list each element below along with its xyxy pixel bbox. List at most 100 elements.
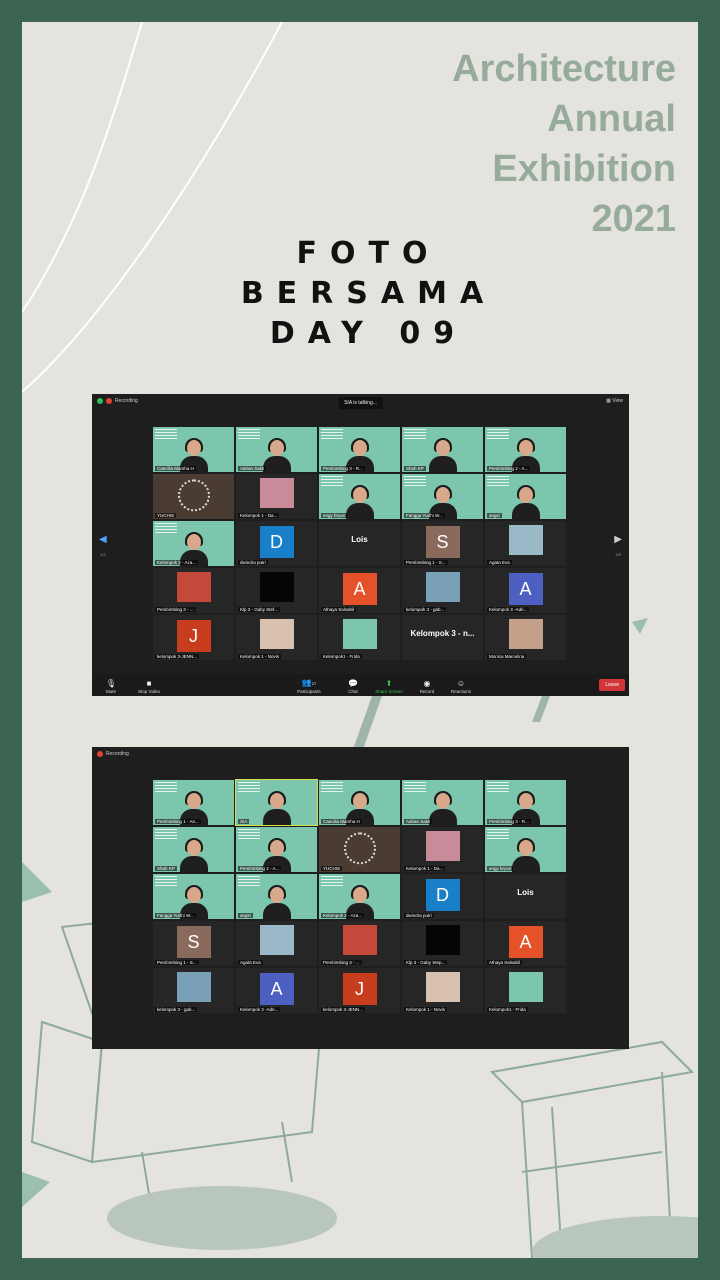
participant-tile[interactable]: YUCHIS [153,474,234,519]
participant-tile[interactable]: A Athaya Salsabil [319,568,400,613]
participant-tile[interactable]: Fangga Yudhi W... [402,474,483,519]
participant-tile[interactable]: S Pembimbing 1 - S... [402,521,483,566]
reactions-label: Reactions [450,689,471,694]
participant-tile[interactable]: Kelompok 1 - Da... [236,474,317,519]
share-screen-icon: ⬆ [385,679,393,688]
poster: Architecture Annual Exhibition 2021 FOTO… [22,22,698,1258]
participant-name: Pembimbing 2 - A... [238,866,282,871]
participant-name: Fangga Yudhi W... [404,513,445,518]
shield-icon [97,398,103,404]
stop-video-button[interactable]: ■ Stop Video [132,679,166,694]
leave-button[interactable]: Leave [599,679,625,691]
participants-button[interactable]: 👥27 Participants [292,678,326,694]
participant-tile[interactable]: Pembimbing 2 - A... [485,427,566,472]
chat-label: Chat [348,689,358,694]
participant-video [179,838,208,872]
prev-page-icon[interactable]: ◀ [99,534,107,545]
participant-name: dwindra putri [404,913,434,918]
reactions-button[interactable]: ☺ Reactions [444,679,478,694]
profile-photo [259,572,294,602]
participant-tile[interactable]: YUCHIS [319,827,400,872]
participant-name: Pembimbing 3 - R... [487,819,531,824]
profile-photo [425,572,460,602]
chat-button[interactable]: 💬 Chat [336,679,370,694]
participant-tile[interactable]: Shah KP [153,827,234,872]
participant-tile[interactable]: Ddwindra putri [402,874,483,919]
participant-tile[interactable]: Fangga Yudhi W... [153,874,234,919]
participant-tile[interactable]: Pembimbing 3 - ... [319,921,400,966]
profile-logo-icon [343,831,376,864]
participant-tile[interactable]: Pembimbing 2 - A... [236,827,317,872]
participant-tile[interactable]: Kelompok1 - Frida [485,968,566,1013]
participant-video [262,438,291,472]
participant-tile[interactable]: engy bryan [319,474,400,519]
next-page-icon[interactable]: ▶ [614,534,622,545]
record-button[interactable]: ◉ Record [410,679,444,694]
participant-tile[interactable]: kelompok 3 - gab... [153,968,234,1013]
participant-name: kelompok 3 - gab... [155,1007,198,1012]
participant-tile[interactable]: Shah KP [402,427,483,472]
participant-name: Pembimbing 3 - ... [321,960,362,965]
participant-tile[interactable]: A Kelompok 3 -Adri... [236,968,317,1013]
participant-tile[interactable]: A Athaya Salsabil [485,921,566,966]
participant-tile[interactable]: Lois [319,521,400,566]
initial-avatar: A [508,926,543,958]
participant-tile[interactable]: Kelompok1 - Frida [319,615,400,660]
participant-tile[interactable]: Agata Eva [236,921,317,966]
participant-video [262,791,291,825]
participant-name: Kelompok 3 -Adri... [487,607,530,612]
participant-tile[interactable]: engy bryan [485,827,566,872]
record-icon: ◉ [423,679,431,688]
participant-tile[interactable]: Pembimbing 3 - R... [485,780,566,825]
participant-tile[interactable]: Kelompok 3 - n... [402,615,483,660]
participant-name: Kelompok 1 - Da... [404,866,446,871]
participant-tile[interactable]: angsi [485,474,566,519]
participant-tile[interactable]: Jkelompok 3-JENN... [319,968,400,1013]
profile-photo [425,925,460,955]
participant-tile[interactable]: Caecilia Marsha H [319,780,400,825]
view-label: View [612,398,623,404]
record-label: Record [419,689,435,694]
participant-tile[interactable]: SIA [235,779,318,826]
participant-tile[interactable]: Lois [485,874,566,919]
video-grid: Caecilia Marsha H Adrian Sakti Pembimbing … [153,427,566,660]
participant-tile[interactable]: Adrian Sakti [402,780,483,825]
participant-tile[interactable]: Klp 3 - Gaby Step... [402,921,483,966]
participant-tile[interactable]: A Kelompok 3 -Adri... [485,568,566,613]
participant-tile[interactable]: Monica Marcelina [485,615,566,660]
participant-tile[interactable]: Pembimbing 3 - R... [319,427,400,472]
participant-tile[interactable]: Klp 3 - Gaby Stef... [236,568,317,613]
initial-avatar: S [425,526,460,558]
participant-tile[interactable]: Caecilia Marsha H [153,427,234,472]
participant-video [511,485,540,519]
participant-name: Kelompok1 - Frida [487,1007,528,1012]
participant-tile[interactable]: Kelompok 2 - Aza... [319,874,400,919]
participant-tile[interactable]: Pembimbing 1 - An... [153,780,234,825]
participant-tile[interactable]: Kelompok 1 - Novis [402,968,483,1013]
participant-name: Kelompok 2 - Aza... [155,560,199,565]
profile-photo [176,572,211,602]
zoom-screenshot-2: Recording Pembimbing 1 - An... SIA Caecili… [92,747,629,1049]
participant-tile[interactable]: S Pembimbing 1 - S... [153,921,234,966]
video-camera-icon: ■ [146,679,152,688]
participant-name: angsi [238,913,253,918]
participant-tile[interactable]: Pembimbing 3 - ... [153,568,234,613]
participant-tile[interactable]: Adrian Sakti [236,427,317,472]
participant-tile[interactable]: Agata Eva [485,521,566,566]
participant-tile[interactable]: angsi [236,874,317,919]
participant-tile[interactable]: Jkelompok 3-JENN... [153,615,234,660]
mute-button[interactable]: 🎙 Mute [94,679,128,694]
share-screen-button[interactable]: ⬆ Share Screen [372,679,406,694]
participant-video [262,885,291,919]
participant-tile[interactable]: Kelompok 2 - Aza... [153,521,234,566]
participant-name: Pembimbing 1 - S... [404,560,448,565]
participant-tile[interactable]: Ddwindra putri [236,521,317,566]
view-button[interactable]: ▦ View [606,398,623,404]
participant-tile[interactable]: Kelompok 1 - Novis [236,615,317,660]
participant-name: Kelompok 3 -Adri... [238,1007,281,1012]
participant-tile[interactable]: kelompok 3 - gab... [402,568,483,613]
participant-display-name: Kelompok 3 - n... [410,629,475,638]
profile-photo [259,619,294,649]
participant-video [511,838,540,872]
participant-tile[interactable]: Kelompok 1 - Da... [402,827,483,872]
